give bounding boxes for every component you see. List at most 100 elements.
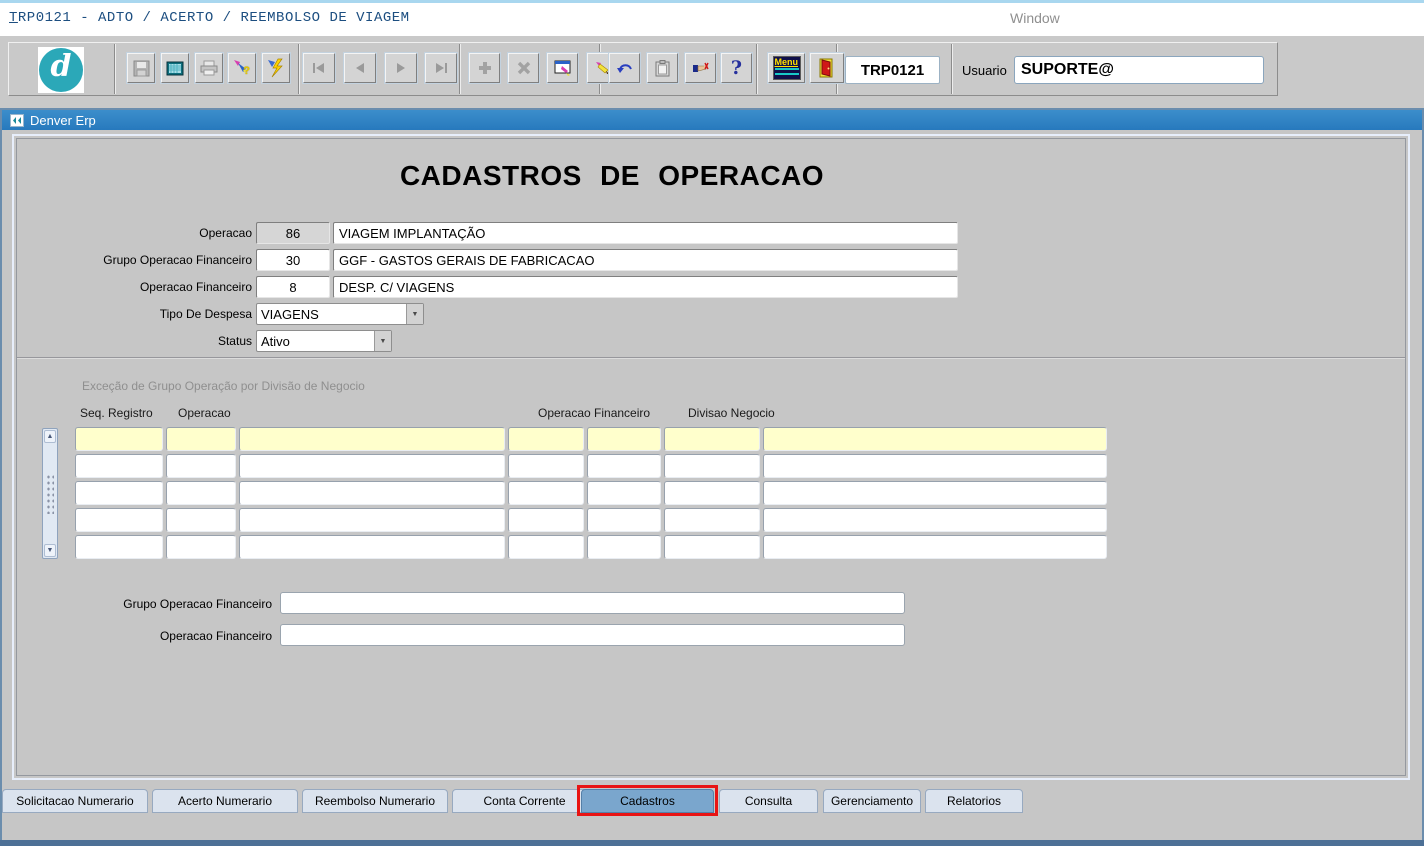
operacao-financeiro-code-field[interactable]: 8 xyxy=(256,276,330,298)
grid-cell[interactable] xyxy=(664,508,760,532)
grid-cell[interactable] xyxy=(508,454,584,478)
operacao-financeiro-desc-field[interactable]: DESP. C/ VIAGENS xyxy=(333,276,958,298)
tipo-de-despesa-dropdown[interactable]: VIAGENS ▼ xyxy=(256,303,424,325)
grid-cell[interactable] xyxy=(587,508,661,532)
page-title: CADASTROS DE OPERACAO xyxy=(312,160,912,192)
grid-cell[interactable] xyxy=(239,535,505,559)
save-icon xyxy=(133,60,150,77)
grid-cell[interactable] xyxy=(166,481,236,505)
cancel-query-button[interactable] xyxy=(685,53,716,83)
grupo-operacao-financeiro-desc-field[interactable]: GGF - GASTOS GERAIS DE FABRICACAO xyxy=(333,249,958,271)
operacao-financeiro-lower-field[interactable] xyxy=(280,624,905,646)
nav-next-button[interactable] xyxy=(385,53,417,83)
clipboard-button[interactable] xyxy=(647,53,678,83)
chevron-down-icon[interactable]: ▼ xyxy=(406,304,423,324)
exit-button[interactable] xyxy=(810,53,844,83)
tab-gerenciamento[interactable]: Gerenciamento xyxy=(823,789,921,813)
grid-cell[interactable] xyxy=(587,427,661,451)
tab-consulta[interactable]: Consulta xyxy=(719,789,818,813)
grid-cell[interactable] xyxy=(75,535,163,559)
window-title: TRP0121 - ADTO / ACERTO / REEMBOLSO DE V… xyxy=(9,10,410,26)
operacao-desc-field[interactable]: VIAGEM IMPLANTAÇÃO xyxy=(333,222,958,244)
nav-prev-button[interactable] xyxy=(344,53,376,83)
tab-solicitacao-numerario[interactable]: Solicitacao Numerario xyxy=(2,789,148,813)
grid-cell[interactable] xyxy=(587,481,661,505)
lightning-icon xyxy=(266,58,286,78)
grid-cell[interactable] xyxy=(763,481,1107,505)
display-screen-button[interactable] xyxy=(161,53,189,83)
execute-lightning-button[interactable] xyxy=(262,53,290,83)
grid-cell[interactable] xyxy=(763,427,1107,451)
grid-cell[interactable] xyxy=(239,454,505,478)
grid-row-5 xyxy=(75,535,1115,559)
toolbar-separator xyxy=(459,44,461,94)
grid-cell[interactable] xyxy=(587,454,661,478)
display-screen-icon xyxy=(166,61,184,76)
grid-cell[interactable] xyxy=(763,508,1107,532)
grid-cell[interactable] xyxy=(508,508,584,532)
save-button[interactable] xyxy=(127,53,155,83)
column-header-operacao: Operacao xyxy=(178,406,231,420)
tab-acerto-numerario[interactable]: Acerto Numerario xyxy=(152,789,298,813)
chevron-down-icon[interactable]: ▼ xyxy=(374,331,391,351)
mdi-titlebar[interactable]: Denver Erp xyxy=(2,110,1422,130)
tab-cadastros[interactable]: Cadastros xyxy=(581,789,714,813)
status-value: Ativo xyxy=(257,331,374,351)
scrollbar-thumb[interactable] xyxy=(46,474,54,514)
grid-cell[interactable] xyxy=(763,454,1107,478)
grid-cell[interactable] xyxy=(166,535,236,559)
print-icon xyxy=(200,60,218,76)
column-header-seq-registro: Seq. Registro xyxy=(80,406,153,420)
grid-cell[interactable] xyxy=(763,535,1107,559)
grid-cell[interactable] xyxy=(508,481,584,505)
field-label-grupo-operacao-financeiro-lower: Grupo Operacao Financeiro xyxy=(52,597,272,611)
nav-prev-icon xyxy=(354,62,366,74)
grid-cell[interactable] xyxy=(239,427,505,451)
menu-button[interactable]: Menu xyxy=(768,53,805,83)
grid-cell[interactable] xyxy=(508,535,584,559)
nav-last-icon xyxy=(434,62,448,74)
grid-cell[interactable] xyxy=(166,508,236,532)
grid-cell[interactable] xyxy=(166,427,236,451)
undo-button[interactable] xyxy=(609,53,640,83)
grid-cell[interactable] xyxy=(587,535,661,559)
grid-scrollbar[interactable]: ▲ ▼ xyxy=(42,428,58,559)
grid-cell[interactable] xyxy=(508,427,584,451)
grid-cell[interactable] xyxy=(75,454,163,478)
grid-cell[interactable] xyxy=(239,481,505,505)
grid-cell[interactable] xyxy=(664,427,760,451)
status-dropdown[interactable]: Ativo ▼ xyxy=(256,330,392,352)
grid-cell[interactable] xyxy=(239,508,505,532)
grid-cell[interactable] xyxy=(166,454,236,478)
window-title-mnemonic: T xyxy=(9,10,18,26)
tab-conta-corrente[interactable]: Conta Corrente xyxy=(452,789,597,813)
scroll-up-icon[interactable]: ▲ xyxy=(44,430,56,443)
grid-cell[interactable] xyxy=(664,481,760,505)
grid-row-4 xyxy=(75,508,1115,532)
grid-cell[interactable] xyxy=(75,481,163,505)
edit-window-button[interactable] xyxy=(547,53,578,83)
tipo-de-despesa-value: VIAGENS xyxy=(257,304,406,324)
tab-reembolso-numerario[interactable]: Reembolso Numerario xyxy=(302,789,448,813)
grid-cell[interactable] xyxy=(75,508,163,532)
insert-record-button[interactable] xyxy=(469,53,500,83)
mdi-window-icon xyxy=(10,114,24,127)
bottom-status-strip xyxy=(0,840,1424,846)
scroll-down-icon[interactable]: ▼ xyxy=(44,544,56,557)
nav-last-button[interactable] xyxy=(425,53,457,83)
nav-first-button[interactable] xyxy=(303,53,335,83)
delete-record-button[interactable] xyxy=(508,53,539,83)
tab-relatorios[interactable]: Relatorios xyxy=(925,789,1023,813)
menu-item-window[interactable]: Window xyxy=(1010,10,1060,26)
grid-cell[interactable] xyxy=(664,454,760,478)
help-brush-button[interactable]: ? xyxy=(228,53,256,83)
operacao-code-field[interactable]: 86 xyxy=(256,222,330,244)
user-input[interactable]: SUPORTE@ xyxy=(1014,56,1264,84)
toolbar-separator xyxy=(114,44,116,94)
grupo-operacao-financeiro-lower-field[interactable] xyxy=(280,592,905,614)
grid-cell[interactable] xyxy=(664,535,760,559)
grupo-operacao-financeiro-code-field[interactable]: 30 xyxy=(256,249,330,271)
help-button[interactable]: ? xyxy=(721,53,752,83)
grid-cell[interactable] xyxy=(75,427,163,451)
print-button[interactable] xyxy=(195,53,223,83)
